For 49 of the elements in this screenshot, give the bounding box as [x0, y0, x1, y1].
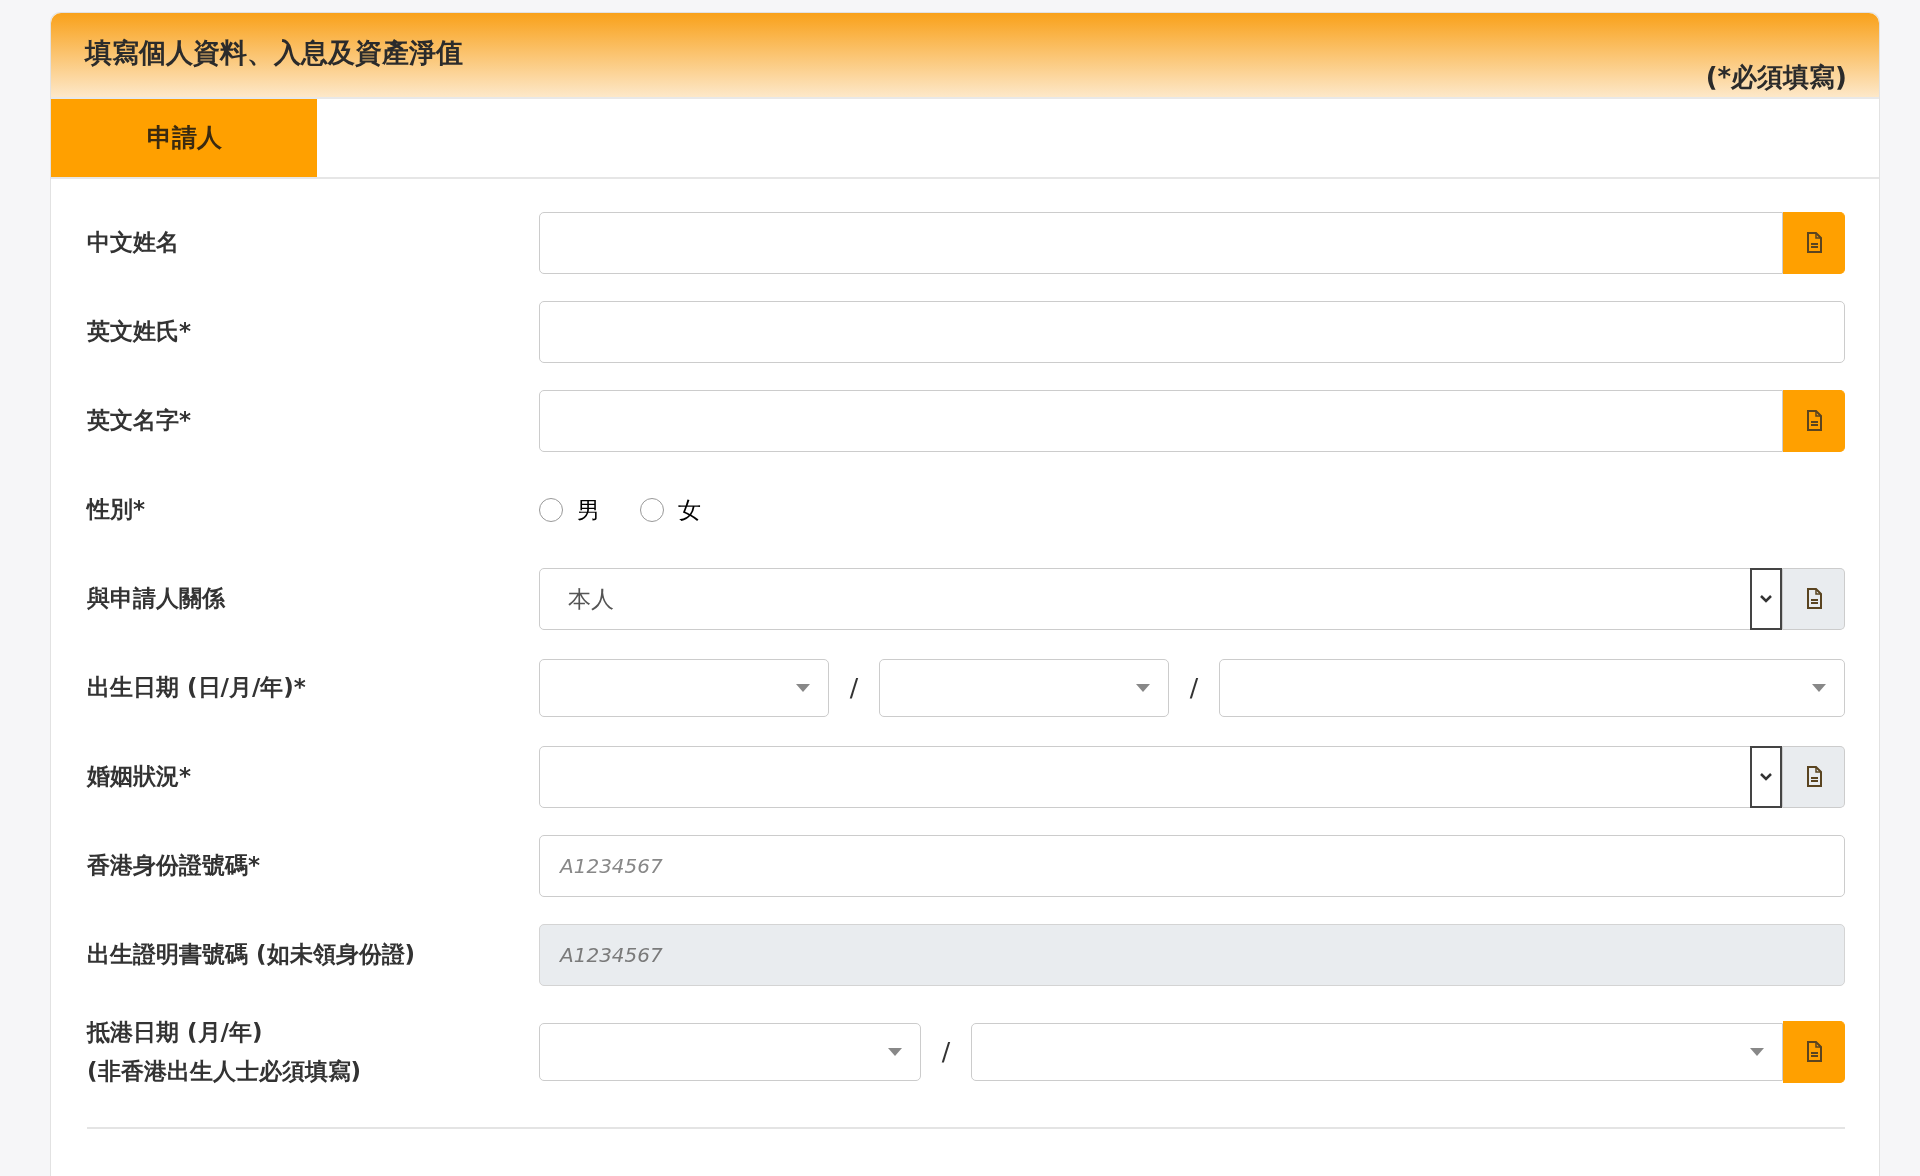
field-label: 性別*: [87, 495, 147, 525]
field-label: 出生日期 (日/月/年)*: [87, 673, 307, 703]
document-button[interactable]: [1783, 568, 1845, 630]
document-button[interactable]: [1783, 746, 1845, 808]
field-label: 婚姻狀況*: [87, 762, 193, 792]
field-label: 出生證明書號碼 (如未領身份證): [87, 940, 417, 970]
date-separator: /: [1188, 672, 1200, 705]
document-icon: [1805, 410, 1822, 432]
option-label: 男: [577, 495, 600, 525]
dropdown-field[interactable]: [539, 1023, 921, 1082]
text-input[interactable]: [539, 390, 1783, 452]
text-input[interactable]: [539, 301, 1845, 363]
dropdown-field[interactable]: [1219, 659, 1845, 717]
date-separator: /: [848, 672, 860, 705]
dropdown-arrow-icon: [1750, 1048, 1764, 1057]
option-label: 女: [678, 495, 701, 525]
document-icon: [1805, 1041, 1822, 1064]
text-input[interactable]: [539, 212, 1783, 274]
field-label: 與申請人關係: [87, 584, 227, 614]
text-input[interactable]: A1234567: [539, 835, 1845, 897]
dropdown-arrow-icon: [1812, 684, 1826, 692]
select-field[interactable]: 本人: [539, 568, 1783, 630]
dropdown-field[interactable]: [971, 1023, 1783, 1082]
field-label: 中文姓名: [87, 228, 180, 258]
form-title: 填寫個人資料、入息及資產淨值: [85, 36, 464, 70]
document-icon: [1805, 232, 1822, 254]
field-label: 英文姓氏*: [87, 317, 193, 347]
dropdown-field[interactable]: [539, 659, 829, 717]
document-button[interactable]: [1783, 212, 1845, 274]
document-button[interactable]: [1783, 1021, 1845, 1084]
chevron-down-icon: [1759, 594, 1773, 604]
date-separator: /: [940, 1036, 952, 1069]
field-note: (非香港出生人士必須填寫): [87, 1057, 363, 1087]
text-input: A1234567: [539, 924, 1845, 986]
document-icon: [1805, 766, 1822, 788]
chevron-down-icon: [1759, 772, 1773, 782]
tab[interactable]: 申請人: [51, 99, 317, 177]
dropdown-field[interactable]: [879, 659, 1169, 717]
field-label: 抵港日期 (月/年): [87, 1018, 264, 1047]
dropdown-arrow-icon: [888, 1048, 902, 1057]
dropdown-arrow-icon: [796, 684, 810, 692]
select-field[interactable]: [539, 746, 1783, 808]
select-value: 本人: [568, 584, 614, 614]
document-icon: [1805, 588, 1822, 610]
field-label: 香港身份證號碼*: [87, 851, 262, 881]
dropdown-arrow-icon: [1136, 684, 1150, 692]
field-label: 英文名字*: [87, 406, 193, 436]
required-note: (*必須填寫): [1705, 61, 1847, 94]
document-button[interactable]: [1783, 390, 1845, 452]
